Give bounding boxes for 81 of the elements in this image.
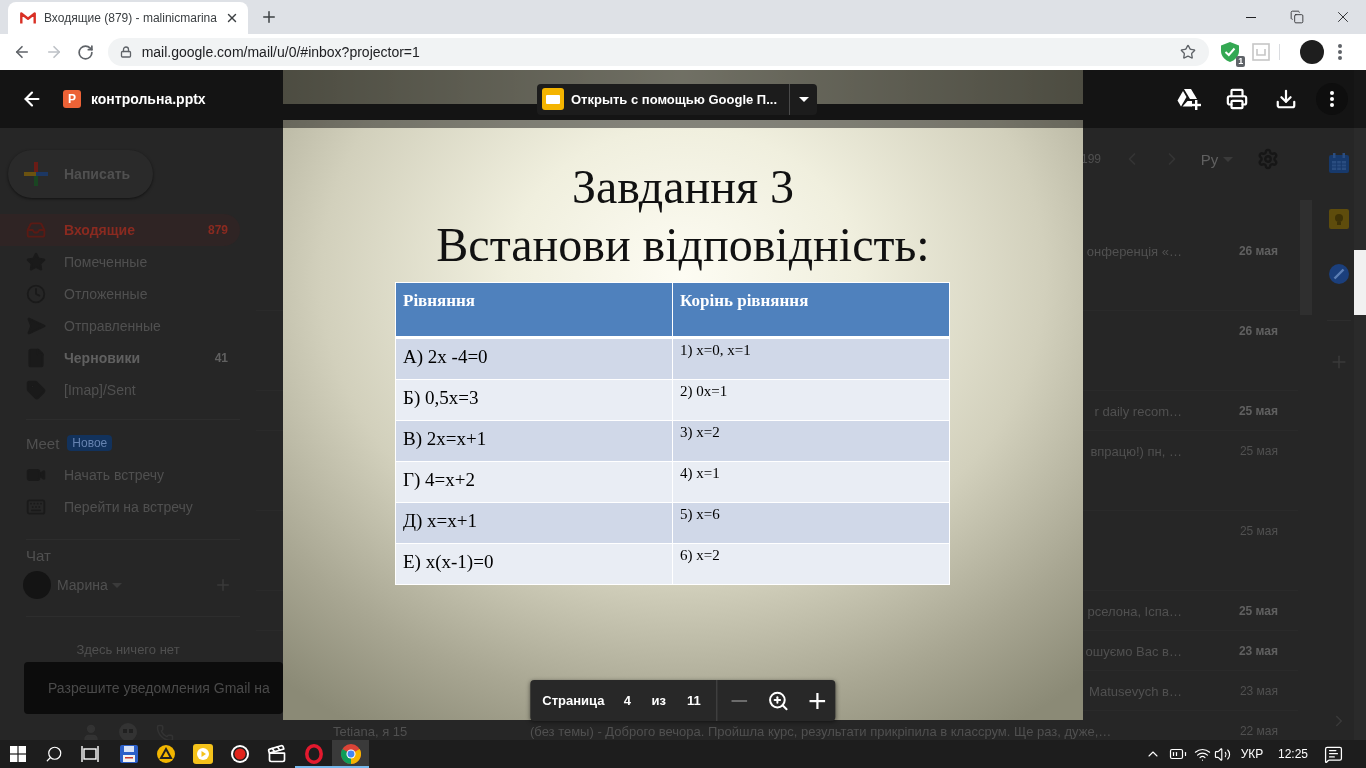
m-envelope-icon: [20, 12, 36, 24]
message-date: 23 мая: [1238, 644, 1278, 658]
search-icon: [45, 745, 63, 763]
table-cell: Б) 0,5x=3: [396, 380, 672, 420]
inbox-icon: [26, 220, 46, 240]
page-label: Страница: [542, 693, 605, 708]
table-header-cell: Корінь рівняння: [673, 283, 949, 338]
triangle-disc-icon: [156, 745, 175, 763]
table-cell: А) 2x -4=0: [396, 339, 672, 379]
lock-icon: [119, 46, 132, 58]
input-language[interactable]: УКР: [1238, 747, 1266, 761]
speaker-icon: [1213, 745, 1231, 763]
reload-icon: [77, 43, 95, 61]
taskbar-app-button[interactable]: [332, 740, 369, 768]
star-icon: [1180, 44, 1197, 60]
plus-icon: [260, 8, 278, 26]
slide-heading: Завдання 3: [572, 159, 794, 215]
notification-icon: [1323, 744, 1343, 764]
ring-logo-icon: [304, 744, 323, 764]
message-date: 26 мая: [1238, 244, 1278, 258]
browser-tab[interactable]: Входящие (879) - malinicmarina: [8, 2, 248, 34]
table-cell: Е) x(x-1)=0: [396, 544, 672, 584]
message-date: 25 мая: [1238, 404, 1278, 418]
slide-heading: Встанови відповідність:: [436, 217, 930, 273]
table-header-cell: Рівняння: [396, 283, 672, 338]
plus-icon: [24, 162, 48, 186]
more-icon: [1338, 44, 1343, 60]
light-bulb-note-icon: [1329, 209, 1349, 229]
scrollbar-thumb[interactable]: [1354, 250, 1366, 315]
triangle-plus-icon: [1177, 88, 1201, 110]
windows-logo-icon: [10, 746, 26, 762]
open-with-menu-button[interactable]: [789, 83, 818, 115]
message-date: 26 мая: [1238, 324, 1278, 338]
play-tile-icon: [192, 744, 213, 764]
calendar-icon: [1329, 153, 1349, 173]
file-name: контрольна.pptx: [91, 91, 206, 107]
file-type-badge: P: [63, 90, 81, 108]
language-button[interactable]: Ру: [1194, 143, 1240, 175]
record-icon: [229, 744, 250, 764]
more-icon: [1330, 91, 1334, 107]
open-with-button[interactable]: Открыть с помощью Google П...: [536, 83, 790, 115]
table-cell: Д) x=x+1: [396, 503, 672, 543]
shield-check-icon: [1221, 42, 1240, 62]
restore-icon: [1290, 10, 1304, 24]
table-cell: Г) 4=x+2: [396, 462, 672, 502]
folder-item[interactable]: Черновики 41: [0, 342, 240, 374]
page-number-field[interactable]: 4: [616, 688, 639, 713]
table-cell: 1) x=0, x=1: [673, 339, 949, 379]
table-cell: 2) 0x=1: [673, 380, 949, 420]
table-cell: 3) x=2: [673, 421, 949, 461]
table-cell: 6) x=2: [673, 544, 949, 584]
address-bar[interactable]: mail.google.com/mail/u/0/#inbox?projector=1: [107, 38, 1210, 66]
page-total: 11: [686, 693, 701, 708]
extension-badge: 1: [1236, 56, 1246, 67]
zoom-in-icon: [767, 689, 790, 712]
new-badge: Новое: [67, 435, 113, 451]
table-cell: 5) x=6: [673, 503, 949, 543]
more-options-button[interactable]: [1316, 83, 1348, 115]
message-date: 25 мая: [1238, 604, 1278, 618]
table-cell: В) 2x=x+1: [396, 421, 672, 461]
page-of-label: из: [651, 693, 666, 708]
square-outline-icon: [1252, 43, 1271, 61]
clock-time[interactable]: 12:25: [1276, 747, 1310, 761]
minus-icon: [731, 699, 748, 702]
minimize-icon: [1246, 16, 1256, 18]
caret-icon: [798, 96, 809, 102]
download-icon: [1275, 88, 1297, 110]
pencil-circle-icon: [1329, 264, 1349, 284]
plus-icon: [809, 692, 826, 709]
profile-avatar[interactable]: [1300, 40, 1325, 64]
slides-app-icon: [541, 88, 564, 110]
tricolor-circle-icon: [340, 744, 361, 764]
printer-icon: [1226, 88, 1248, 110]
tasks-button[interactable]: [1329, 264, 1349, 284]
clapperboard-icon: [266, 744, 287, 764]
close-icon: [225, 11, 239, 25]
notification-snackbar: Разрешите уведомления Gmail на: [24, 662, 283, 714]
task-view-icon: [81, 746, 99, 762]
folder-item[interactable]: Входящие 879: [0, 214, 240, 246]
extension-button[interactable]: 1: [1218, 40, 1243, 64]
table-cell: 4) x=1: [673, 462, 949, 502]
